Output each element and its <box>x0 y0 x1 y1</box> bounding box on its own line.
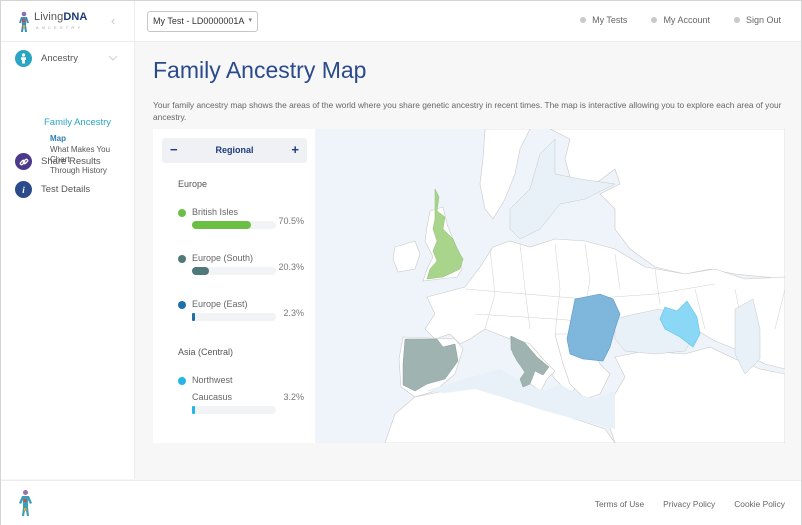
brand-tagline: ANCESTRY <box>36 25 84 30</box>
progress-fill <box>192 267 210 275</box>
page-description: Your family ancestry map shows the areas… <box>153 100 782 122</box>
chevron-down-icon[interactable] <box>108 54 118 63</box>
ancestry-map-card: − Regional + Europe British Isles 70.5% … <box>153 129 785 443</box>
population-name: Europe (East) <box>192 299 248 309</box>
dna-figure-footer-icon <box>19 490 32 516</box>
population-name: British Isles <box>192 207 239 217</box>
region-heading-asia-central: Asia (Central) <box>178 347 234 357</box>
sublink-map[interactable]: Map <box>50 134 110 145</box>
progress-fill <box>192 221 252 229</box>
population-europe-east[interactable]: Europe (East) 2.3% <box>178 299 304 323</box>
population-name: Europe (South) <box>192 253 254 263</box>
population-percent: 70.5% <box>278 216 304 226</box>
legend-dot <box>178 377 186 385</box>
progress-track <box>192 221 276 229</box>
nav-sign-out[interactable]: Sign Out <box>733 15 781 25</box>
population-name-line2: Caucasus <box>192 392 233 402</box>
population-name-line1: Northwest <box>192 375 233 385</box>
app-window: LivingDNA ANCESTRY ‹ My Test - LD0000001… <box>0 0 802 525</box>
sidebar-subsection-family-ancestry[interactable]: Family Ancestry <box>44 117 111 128</box>
population-percent: 3.2% <box>283 392 304 402</box>
population-percent: 20.3% <box>278 262 304 272</box>
map-region-europe-east <box>566 293 621 362</box>
progress-track <box>192 406 276 414</box>
footer-links: Terms of Use Privacy Policy Cookie Polic… <box>595 499 785 509</box>
region-heading-europe: Europe <box>178 179 208 189</box>
sidebar-item-share-results[interactable]: Share Results <box>15 153 101 170</box>
person-icon <box>15 50 32 67</box>
level-control: − Regional + <box>162 138 307 163</box>
europe-map[interactable] <box>315 129 785 443</box>
test-selector-value: My Test - LD0000001A <box>153 16 245 26</box>
nav-my-account[interactable]: My Account <box>651 15 710 25</box>
caret-down-icon: ▾ <box>248 17 252 24</box>
logo-area: LivingDNA ANCESTRY ‹ <box>1 1 135 42</box>
nav-my-account-label: My Account <box>663 15 710 25</box>
nav-my-tests[interactable]: My Tests <box>580 15 627 25</box>
brand-bold: DNA <box>63 11 88 23</box>
progress-track <box>192 313 276 321</box>
sidebar-item-label: Ancestry <box>41 53 78 64</box>
brand-name: LivingDNA <box>34 11 87 23</box>
bullet-icon <box>733 17 740 23</box>
legend-dot <box>178 209 186 217</box>
link-icon <box>15 153 32 170</box>
population-northwest-caucasus[interactable]: Northwest Caucasus 3.2% <box>178 375 304 415</box>
sidebar-item-label: Test Details <box>41 184 91 195</box>
population-europe-south[interactable]: Europe (South) 20.3% <box>178 253 304 277</box>
map-land-ireland <box>392 240 421 273</box>
nav-my-tests-label: My Tests <box>592 15 628 25</box>
info-icon: i <box>15 181 32 198</box>
collapse-sidebar-button[interactable]: ‹ <box>111 13 115 28</box>
top-header: LivingDNA ANCESTRY ‹ My Test - LD0000001… <box>1 1 801 42</box>
map-land-turkey <box>604 346 785 443</box>
legend-dot <box>178 255 186 263</box>
sidebar-item-label: Share Results <box>41 156 101 167</box>
legend-dot <box>178 301 186 309</box>
zoom-in-level-button[interactable]: + <box>291 142 299 157</box>
nav-sign-out-label: Sign Out <box>745 15 781 25</box>
sidebar-item-test-details[interactable]: i Test Details <box>15 181 90 198</box>
population-percent: 2.3% <box>283 308 304 318</box>
progress-fill <box>192 313 195 321</box>
test-selector-dropdown[interactable]: My Test - LD0000001A ▾ <box>147 11 258 32</box>
map-region-europe-south-iberia <box>402 338 459 392</box>
footer: Terms of Use Privacy Policy Cookie Polic… <box>1 480 801 525</box>
bullet-icon <box>651 17 658 23</box>
interactive-ancestry-map[interactable] <box>315 129 785 443</box>
top-nav: My Tests My Account Sign Out <box>580 15 781 25</box>
progress-track <box>192 267 276 275</box>
population-british-isles[interactable]: British Isles 70.5% <box>178 207 304 231</box>
dna-figure-logo-icon <box>19 11 29 32</box>
sidebar: Ancestry Family Ancestry Map What Makes … <box>1 42 135 479</box>
footer-link-cookie[interactable]: Cookie Policy <box>734 499 785 509</box>
level-label: Regional <box>215 145 254 155</box>
bullet-icon <box>580 17 587 23</box>
progress-fill <box>192 406 195 414</box>
ancestry-breakdown-panel: − Regional + Europe British Isles 70.5% … <box>153 129 315 443</box>
footer-link-privacy[interactable]: Privacy Policy <box>663 499 715 509</box>
page-title: Family Ancestry Map <box>153 57 367 83</box>
footer-link-terms[interactable]: Terms of Use <box>595 499 644 509</box>
brand-light: Living <box>34 11 64 23</box>
